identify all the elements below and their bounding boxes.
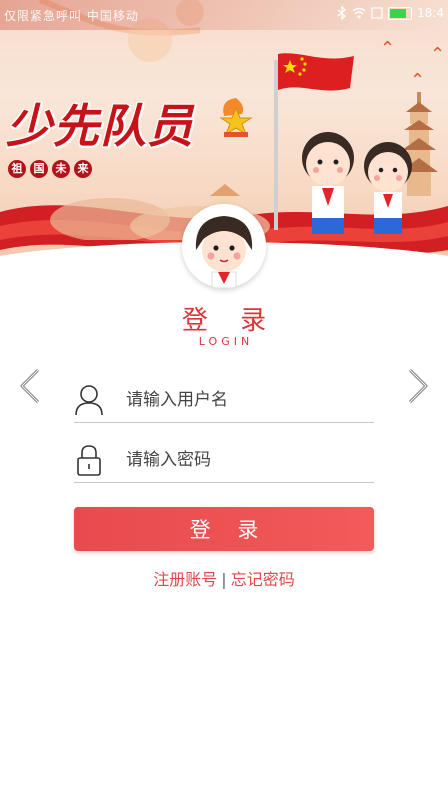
carrier-text: 仅限紧急呼叫 中国移动: [4, 9, 139, 23]
status-bar: 仅限紧急呼叫 中国移动 18:4: [0, 0, 448, 30]
bird-icon: ⌃: [380, 38, 396, 59]
young-pioneers-illustration: [302, 132, 412, 234]
avatar-girl-icon: [182, 204, 266, 288]
bird-icon: ⌃: [410, 70, 426, 91]
chevron-right-icon[interactable]: [404, 366, 432, 406]
banner-title-block: 少先队员 祖 国 未 来: [6, 90, 194, 178]
banner-title: 少先队员: [6, 99, 194, 153]
login-button[interactable]: 登 录: [74, 507, 374, 551]
lock-icon: [77, 445, 101, 476]
bird-icon: ⌃: [430, 44, 446, 65]
pioneer-badge-icon: [219, 98, 253, 137]
register-link[interactable]: 注册账号: [153, 570, 217, 589]
username-input[interactable]: [124, 389, 358, 411]
subtitle-char: 祖: [8, 160, 26, 178]
avatar[interactable]: [182, 204, 266, 288]
subtitle-char: 未: [52, 160, 70, 178]
banner-subtitle: 祖 国 未 来: [8, 160, 194, 178]
chevron-left-icon[interactable]: [16, 366, 44, 406]
wifi-icon: [352, 7, 366, 19]
auth-links: 注册账号 | 忘记密码: [0, 566, 448, 590]
link-separator: |: [221, 570, 227, 589]
red-flag-icon: [278, 53, 354, 91]
battery-icon: [388, 6, 413, 20]
login-title: 登 录: [181, 306, 279, 336]
subtitle-char: 来: [74, 160, 92, 178]
password-input[interactable]: [124, 449, 358, 471]
sim-icon: [371, 7, 383, 19]
user-icon: [75, 385, 103, 416]
password-field[interactable]: [74, 438, 374, 483]
login-subtitle: LOGIN: [198, 335, 254, 348]
forgot-password-link[interactable]: 忘记密码: [231, 570, 295, 589]
subtitle-char: 国: [30, 160, 48, 178]
clock-text: 18:4: [417, 6, 444, 20]
bluetooth-icon: [337, 6, 347, 20]
username-field[interactable]: [74, 378, 374, 423]
